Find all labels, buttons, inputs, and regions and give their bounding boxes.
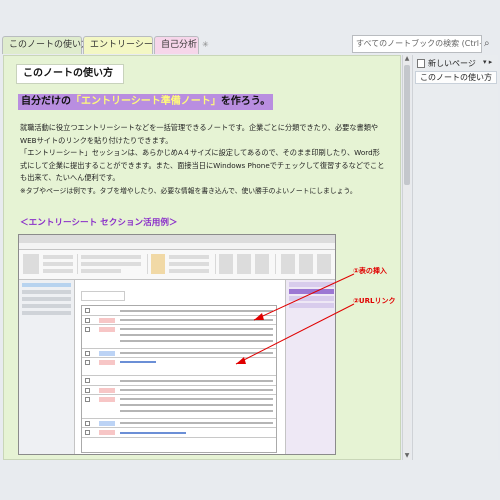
- onenote-window: このノートの使い方 エントリーシート 自己分析 ✳ すべてのノートブックの検索 …: [0, 0, 500, 500]
- page-canvas[interactable]: このノートの使い方 自分だけの「エントリーシート準備ノート」を作ろう。 就職活動…: [3, 55, 401, 460]
- new-page-dropdown-icon[interactable]: ▾ ▸: [483, 58, 492, 66]
- paragraph-line: 式にして企業に提出することができます。また、面接当日にWindows Phone…: [20, 160, 385, 170]
- new-page-icon[interactable]: [417, 59, 425, 68]
- search-icon[interactable]: ⌕: [484, 38, 490, 49]
- paragraph-line: WEBサイトのリンクを貼り付けたりできます。: [20, 135, 173, 145]
- screenshot-table: [81, 305, 277, 453]
- heading-highlight: 「エントリーシート準備ノート」: [71, 96, 221, 107]
- description-text: 就職活動に役立つエントリーシートなどを一括管理できるノートです。企業ごとに分類で…: [20, 122, 400, 197]
- tab-how-to-use[interactable]: このノートの使い方: [2, 36, 90, 54]
- screenshot-section-tabs: [76, 280, 276, 295]
- screenshot-ribbon-tabs: [19, 243, 335, 257]
- screenshot-page-title: [81, 291, 125, 301]
- screenshot-notebook-pane: [19, 280, 75, 454]
- example-screenshot-image: [18, 234, 336, 455]
- paragraph-line: も出来て、たいへん便利です。: [20, 173, 120, 182]
- new-page-button[interactable]: 新しいページ: [428, 58, 476, 69]
- add-section-icon[interactable]: ✳: [202, 40, 209, 49]
- paragraph-line: 「エントリーシート」セッションは、あらかじめA４サイズに設定してあるので、そのま…: [20, 148, 380, 157]
- screenshot-ribbon: [19, 250, 335, 280]
- section-title: ＜エントリーシート セクション活用例＞: [20, 218, 178, 228]
- bottom-area: [0, 460, 500, 500]
- paragraph-line: 就職活動に役立つエントリーシートなどを一括管理できるノートです。企業ごとに分類で…: [20, 123, 379, 132]
- section-tab-bar: このノートの使い方 エントリーシート 自己分析 ✳: [0, 36, 350, 54]
- scroll-down-icon[interactable]: ▼: [403, 452, 411, 460]
- paragraph-note: ※タブやページは例です。タブを増やしたり、必要な情報を書き込んで、使い勝手のよい…: [20, 186, 357, 195]
- page-title[interactable]: このノートの使い方: [16, 64, 124, 84]
- callout-insert-table: ①表の挿入: [353, 267, 387, 275]
- search-input[interactable]: すべてのノートブックの検索 (Ctrl+E): [352, 35, 482, 53]
- tab-self-analysis[interactable]: 自己分析: [154, 36, 199, 54]
- page-list-pane: 新しいページ ▾ ▸ このノートの使い方: [412, 55, 498, 460]
- heading-suffix: を作ろう。: [220, 96, 271, 107]
- tab-entry-sheet[interactable]: エントリーシート: [83, 36, 162, 54]
- page-heading: 自分だけの「エントリーシート準備ノート」を作ろう。: [18, 94, 274, 110]
- callout-url-link: ②URLリンク: [353, 297, 396, 305]
- page-list-item[interactable]: このノートの使い方: [415, 71, 497, 84]
- screenshot-page-list: [285, 280, 335, 454]
- screenshot-titlebar: [19, 235, 335, 243]
- heading-prefix: 自分だけの: [21, 96, 71, 107]
- screenshot-page: [76, 288, 284, 454]
- vertical-scrollbar[interactable]: ▲ ▼: [402, 55, 411, 460]
- scroll-up-icon[interactable]: ▲: [403, 55, 411, 63]
- scroll-thumb[interactable]: [404, 65, 410, 185]
